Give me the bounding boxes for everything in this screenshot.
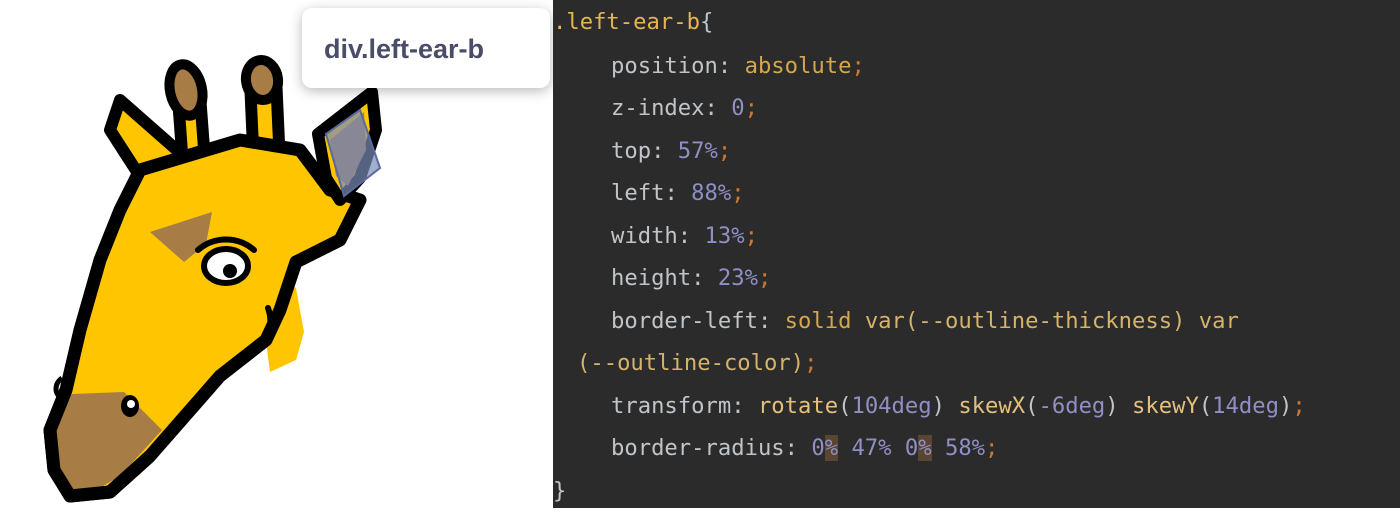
- radius-value-3: 0: [904, 435, 919, 461]
- prop-name: border-left: [611, 308, 758, 334]
- right-horn-tip: [240, 55, 284, 105]
- prop-name: width: [611, 223, 678, 249]
- code-line-close: }: [553, 470, 566, 512]
- code-line-border-left: border-left: solid var(--outline-thickne…: [611, 308, 1239, 334]
- arg-skewx: -6deg: [1038, 393, 1106, 419]
- close-brace: }: [553, 478, 567, 504]
- prop-value: 23%: [717, 265, 758, 291]
- arg-skewy: 14deg: [1212, 393, 1279, 419]
- code-line-position: position: absolute;: [611, 53, 865, 79]
- prop-name: transform: [611, 393, 732, 419]
- radius-value-1-unit: %: [824, 435, 839, 461]
- radius-value-4: 58%: [944, 435, 986, 461]
- css-selector: .left-ear-b: [553, 9, 700, 35]
- radius-value-1: 0: [811, 435, 825, 461]
- code-line-transform: transform: rotate(104deg) skewX(-6deg) s…: [611, 393, 1306, 419]
- prop-value-solid: solid: [784, 308, 852, 334]
- open-brace: {: [699, 9, 714, 35]
- preview-pane: div.left-ear-b: [0, 0, 553, 508]
- fn-skewx: skewX: [958, 393, 1026, 419]
- fn-skewy: skewY: [1132, 393, 1199, 419]
- code-editor[interactable]: .left-ear-b{ position: absolute; z-index…: [553, 0, 1400, 508]
- pupil: [223, 264, 237, 278]
- left-horn-tip: [164, 59, 208, 121]
- radius-value-2: 47%: [851, 435, 892, 461]
- prop-name: left: [611, 180, 665, 206]
- prop-value: 13%: [704, 223, 745, 249]
- prop-name: border-radius: [611, 435, 785, 461]
- prop-name: top: [611, 138, 652, 164]
- tooltip-element-label: div.left-ear-b: [324, 34, 485, 64]
- prop-value: 88%: [691, 180, 732, 206]
- prop-value-var: var: [1198, 308, 1239, 334]
- prop-name: height: [611, 265, 692, 291]
- code-line-top: top: 57%;: [611, 138, 732, 164]
- code-line-selector: .left-ear-b{: [553, 1, 713, 43]
- prop-value: 0: [731, 95, 745, 121]
- code-line-border-left-wrap: (--outline-color);: [577, 350, 818, 376]
- code-line-width: width: 13%;: [611, 223, 758, 249]
- code-line-left: left: 88%;: [611, 180, 745, 206]
- code-line-height: height: 23%;: [611, 265, 772, 291]
- code-line-zindex: z-index: 0;: [611, 95, 758, 121]
- prop-name: z-index: [611, 95, 705, 121]
- nostril-highlight: [127, 400, 135, 408]
- fn-rotate: rotate: [757, 393, 839, 419]
- prop-name: position: [611, 53, 718, 79]
- code-line-border-radius: border-radius: 0% 47% 0% 58%;: [611, 435, 999, 461]
- prop-value: 57%: [677, 138, 718, 164]
- prop-value: absolute: [744, 53, 852, 79]
- radius-value-3-unit: %: [918, 435, 932, 461]
- arg-rotate: 104deg: [851, 393, 932, 419]
- inspect-tooltip: div.left-ear-b: [302, 8, 550, 88]
- prop-value-var-color: (--outline-color): [577, 350, 805, 376]
- prop-value-var-thickness: var(--outline-thickness): [864, 308, 1186, 334]
